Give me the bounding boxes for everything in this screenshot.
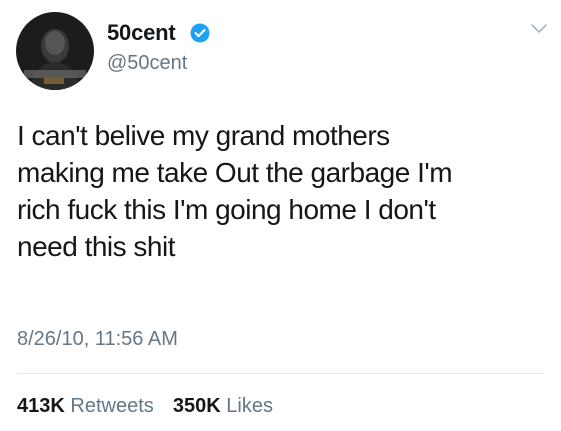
retweets-label: Retweets [70,395,154,417]
engagement-stats: 413K Retweets 350K Likes [17,395,273,418]
user-handle[interactable]: @50cent [107,52,187,75]
retweets-stat[interactable]: 413K Retweets [17,395,159,417]
verified-badge-icon [190,23,210,43]
tweet-timestamp[interactable]: 8/26/10, 11:56 AM [17,328,178,351]
avatar[interactable] [16,12,94,90]
tweet-card: 50cent @50cent I can't belive my grand m… [0,0,561,431]
likes-label: Likes [226,395,273,417]
retweets-count: 413K [17,395,65,417]
tweet-text: I can't belive my grand mothers making m… [17,120,453,262]
divider [17,373,544,374]
likes-count: 350K [172,395,221,417]
likes-stat[interactable]: 350K Likes [173,395,273,417]
display-name[interactable]: 50cent [107,20,176,46]
chevron-down-icon[interactable] [529,22,549,36]
